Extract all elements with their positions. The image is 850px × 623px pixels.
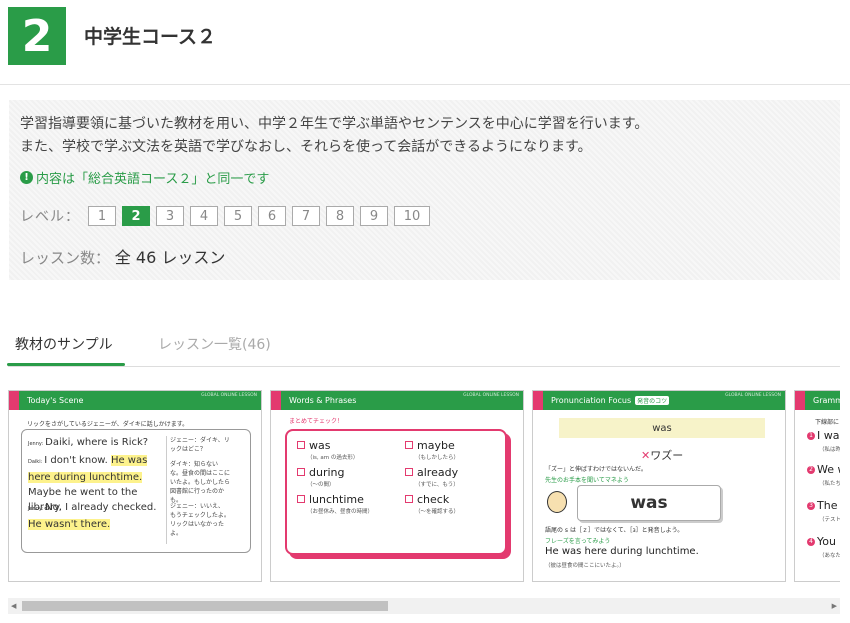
tab-sample[interactable]: 教材のサンプル (7, 334, 125, 366)
level-4[interactable]: 4 (190, 206, 218, 226)
scroll-right-icon[interactable]: ▶ (832, 602, 837, 610)
teacher-avatar-icon (547, 491, 567, 513)
translation: ジェニー：いいえ、もうチェックしたよ。リックはいなかったよ。 (170, 503, 230, 537)
scrollbar-thumb[interactable] (22, 601, 388, 611)
practice-sentence: He was here during lunchtime. (545, 546, 699, 557)
check-label: まとめてチェック！ (289, 418, 344, 425)
checkbox-icon (405, 441, 413, 449)
card-title: Words & Phrases (289, 396, 357, 405)
level-10[interactable]: 10 (394, 206, 430, 226)
card-title: Pronunciation Focus (551, 396, 632, 405)
grammar-item: 1I was (807, 429, 840, 442)
card-logo: GLOBAL ONLINE LESSON (201, 393, 257, 398)
course-title: 中学生コース２ (84, 26, 217, 48)
same-content-note: ! 内容は「総合英語コース２」と同一です (20, 168, 269, 187)
card-tag: 発音のコツ (635, 396, 670, 405)
exclamation-icon: ! (20, 171, 33, 184)
gallery-scrollbar[interactable]: ◀ ▶ (8, 598, 840, 614)
card-title: Gramm (813, 396, 840, 405)
note-text: 内容は「総合英語コース２」と同一です (36, 172, 270, 187)
word-item: lunchtime （お昼休み、昼食の時間） (297, 493, 373, 515)
checkbox-icon (297, 441, 305, 449)
level-9[interactable]: 9 (360, 206, 388, 226)
tab-lesson-list[interactable]: レッスン一覧(46) (158, 334, 271, 364)
dialogue-line: Jenny: Daiki, where is Rick? (28, 437, 149, 448)
course-description: 学習指導要領に基づいた教材を用い、中学２年生で学ぶ単語やセンテンスを中心に学習を… (20, 113, 648, 159)
grammar-item-jp: （私は昨日 (819, 447, 840, 453)
grammar-item: 4You w (807, 535, 840, 548)
word-item: already （すでに、もう） (405, 466, 459, 488)
level-2[interactable]: 2 (122, 206, 150, 226)
card-header: Today's Scene GLOBAL ONLINE LESSON (9, 391, 261, 410)
dialogue-box: Jenny: Daiki, where is Rick? Daiki: I don'… (21, 429, 251, 553)
card-logo: GLOBAL ONLINE LESSON (725, 393, 781, 398)
course-info-panel: 学習指導要領に基づいた教材を用い、中学２年生で学ぶ単語やセンテンスを中心に学習を… (9, 100, 840, 280)
sample-card-scene[interactable]: Today's Scene GLOBAL ONLINE LESSON リックをさ… (8, 390, 262, 582)
tip-text: 「ズー」と伸ばすわけではないんだ。 (545, 466, 647, 473)
sample-card-grammar[interactable]: Gramm 下線部に 1I was （私は昨日 2We w （私たちは 3The… (794, 390, 840, 582)
grammar-item: 2We w (807, 463, 840, 476)
scroll-left-icon[interactable]: ◀ (11, 602, 16, 610)
grammar-item-jp: （私たちは (819, 481, 840, 487)
card-logo: GLOBAL ONLINE LESSON (463, 393, 519, 398)
level-1[interactable]: 1 (88, 206, 116, 226)
translation: ジェニー：ダイキ、リックはどこ？ (170, 437, 230, 453)
checkbox-icon (405, 495, 413, 503)
lesson-count-value: 全 46 レッスン (114, 248, 226, 267)
level-label: レベル： (20, 209, 80, 225)
phrase-label: フレーズを言ってみよう (545, 538, 611, 545)
speech-bubble: was (577, 485, 721, 521)
wrong-pronunciation: ✕ワズー (641, 449, 684, 462)
cross-icon: ✕ (641, 449, 651, 462)
scene-hint: リックをさがしているジェニーが、ダイキに話しかけます。 (27, 421, 189, 428)
grammar-item-jp: （テストは (819, 517, 840, 523)
checkbox-icon (297, 468, 305, 476)
word-list: was （is, am の過去形） maybe （もしかしたら） during （〜の… (285, 429, 507, 555)
word-item: maybe （もしかしたら） (405, 439, 459, 461)
content-tabs: 教材のサンプル レッスン一覧(46) (7, 334, 840, 367)
grammar-hint: 下線部に (815, 419, 840, 426)
target-word: was (559, 418, 765, 438)
tip-text: 語尾の s は［ｚ］ではなくて、［ɜ］と発音しよう。 (545, 527, 684, 534)
card-header: Pronunciation Focus 発音のコツ GLOBAL ONLINE … (533, 391, 785, 410)
card-title: Today's Scene (27, 396, 84, 405)
description-line: 学習指導要領に基づいた教材を用い、中学２年生で学ぶ単語やセンテンスを中心に学習を… (20, 116, 649, 132)
practice-sentence-jp: （彼は昼食の間ここにいたよ。） (545, 563, 625, 569)
course-number-badge: 2 (8, 7, 66, 65)
checkbox-icon (405, 468, 413, 476)
lesson-count-label: レッスン数： (20, 249, 111, 267)
card-header: Gramm (795, 391, 840, 410)
level-selector: レベル： 1 2 3 4 5 6 7 8 9 10 (20, 206, 436, 226)
course-header: 2 中学生コース２ (0, 0, 850, 85)
card-header: Words & Phrases GLOBAL ONLINE LESSON (271, 391, 523, 410)
level-8[interactable]: 8 (326, 206, 354, 226)
word-item: during （〜の間） (297, 466, 345, 488)
level-3[interactable]: 3 (156, 206, 184, 226)
level-5[interactable]: 5 (224, 206, 252, 226)
grammar-item: 3The t (807, 499, 840, 512)
word-item: check （〜を確認する） (405, 493, 459, 515)
translation: ダイキ：知らないな。昼食の間はここにいたよ。もしかしたら図書館に行ったのかも。 (170, 461, 231, 504)
dialogue-line: Jenny: No, I already checked. He wasn't t… (28, 502, 157, 530)
description-line: また、学校で学ぶ文法を英語で学びなおし、それらを使って会話ができるようになります… (20, 139, 592, 155)
grammar-item-jp: （あなたは (819, 553, 840, 559)
sample-card-pronunciation[interactable]: Pronunciation Focus 発音のコツ GLOBAL ONLINE … (532, 390, 786, 582)
level-6[interactable]: 6 (258, 206, 286, 226)
sample-card-words[interactable]: Words & Phrases GLOBAL ONLINE LESSON まとめ… (270, 390, 524, 582)
word-item: was （is, am の過去形） (297, 439, 358, 461)
level-7[interactable]: 7 (292, 206, 320, 226)
tip-green: 先生のお手本を聞いてマネよう (545, 477, 629, 484)
sample-gallery: Today's Scene GLOBAL ONLINE LESSON リックをさ… (8, 390, 840, 584)
lesson-count: レッスン数： 全 46 レッスン (20, 244, 225, 268)
checkbox-icon (297, 495, 305, 503)
